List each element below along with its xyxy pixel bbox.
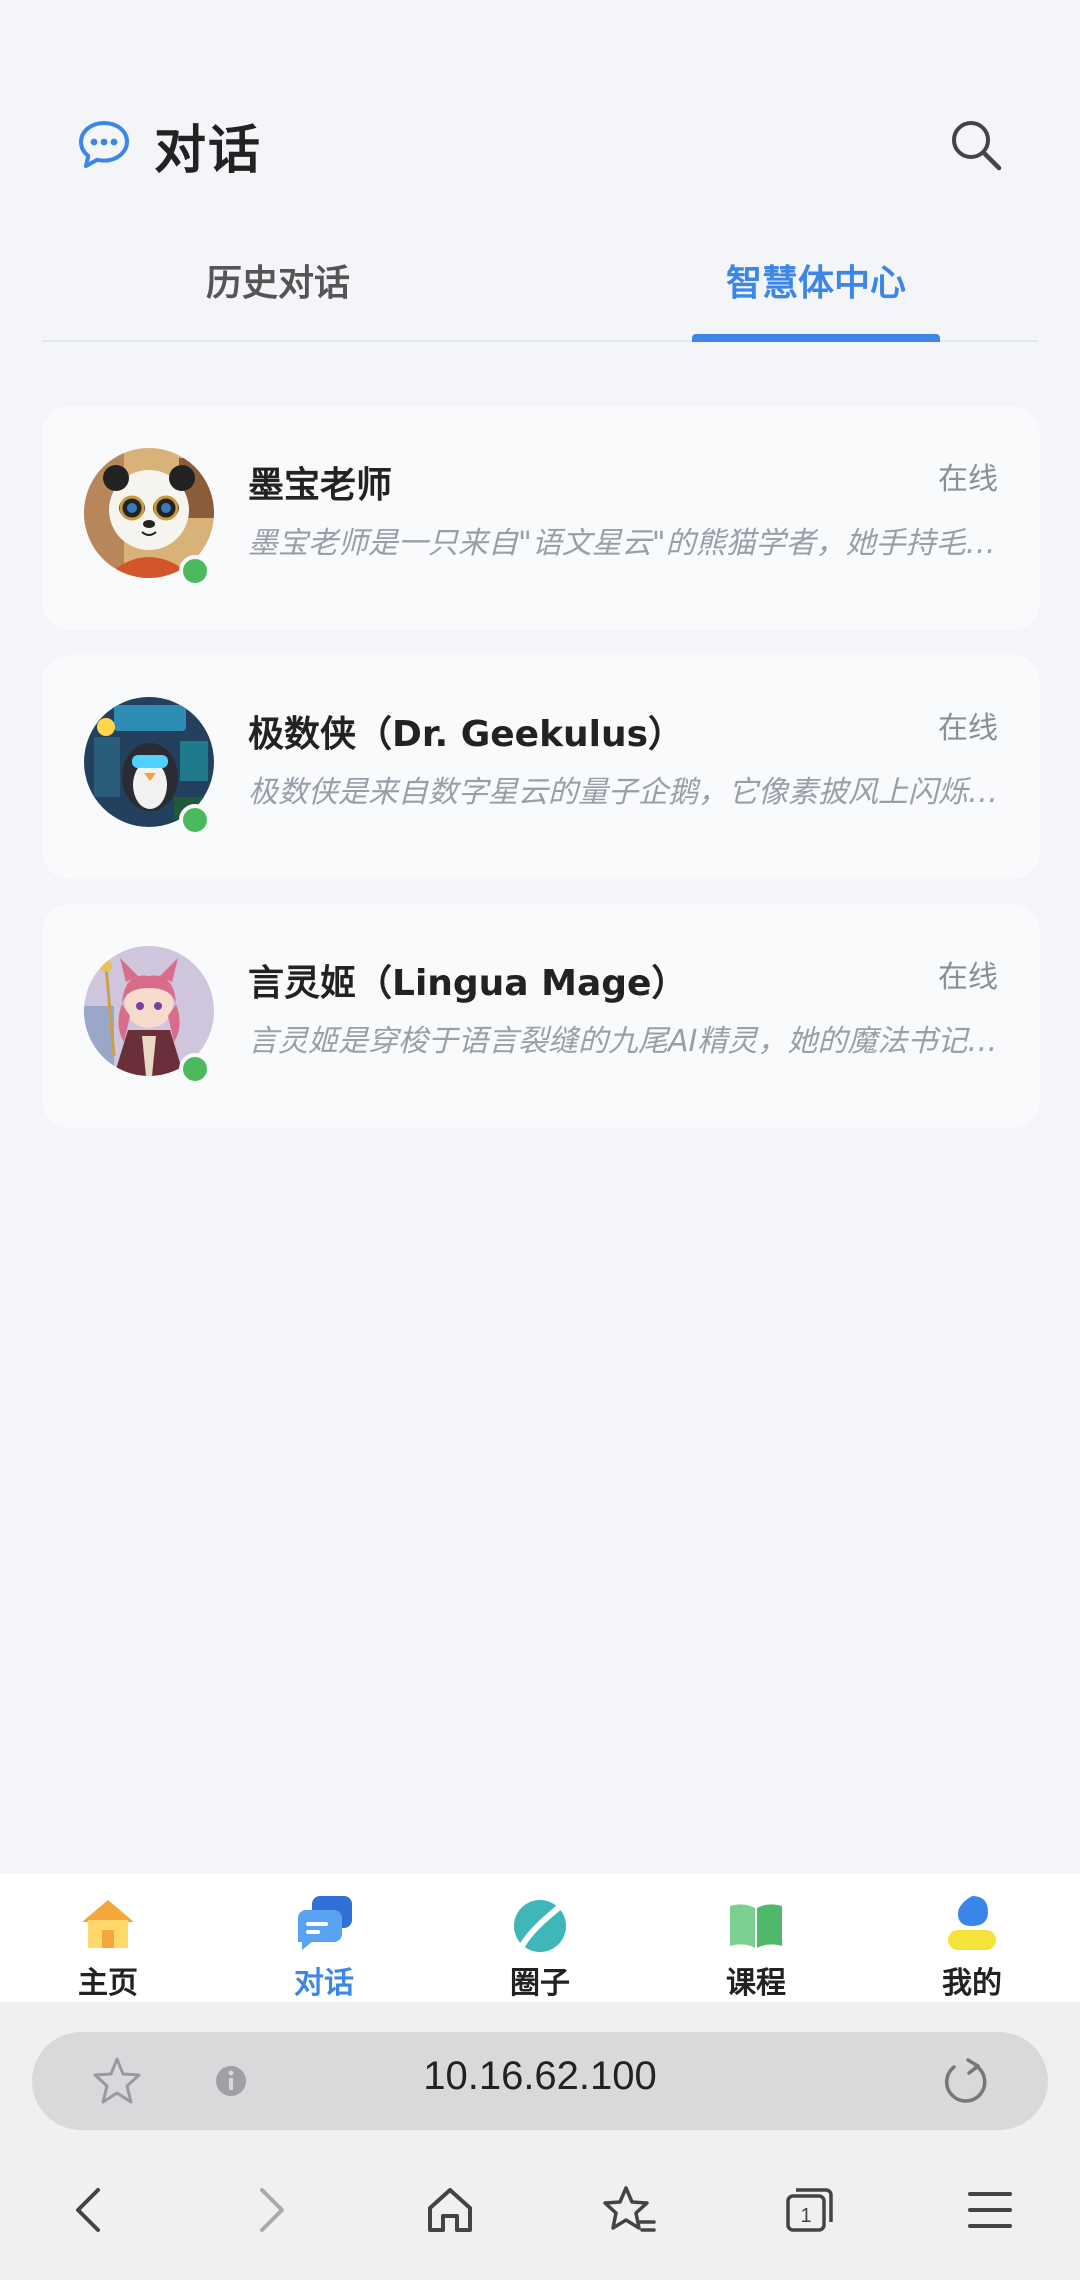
address-bar[interactable]: 10.16.62.100: [32, 2032, 1048, 2130]
tabbar-label: 主页: [78, 1966, 138, 2001]
agent-card-geekulus[interactable]: 极数侠（Dr. Geekulus） 在线 极数侠是来自数字星云的量子企鹅，它像素…: [42, 655, 1040, 879]
user-icon: [948, 1896, 996, 1950]
hamburger-menu-icon: [968, 2192, 1012, 2228]
tabbar-item-mine[interactable]: 我的: [864, 1874, 1080, 2002]
tabbar-label: 圈子: [510, 1966, 570, 2001]
bookmarks-button[interactable]: [594, 2174, 666, 2246]
star-list-icon: [603, 2186, 656, 2232]
agent-description: 墨宝老师是一只来自"语文星云"的熊猫学者，她手持毛笔，以水墨为媒介引导学习: [248, 526, 1018, 561]
chat-bubble-icon: [79, 121, 129, 168]
search-button[interactable]: [944, 113, 1008, 177]
agent-status: 在线: [938, 711, 998, 746]
page-header: 对话: [76, 100, 1008, 190]
online-status-dot: [179, 1053, 211, 1085]
agent-status: 在线: [938, 462, 998, 497]
agent-description: 极数侠是来自数字星云的量子企鹅，它像素披风上闪烁着公式与代码: [248, 775, 1018, 810]
book-icon: [730, 1904, 782, 1948]
tabs-count-icon: 1: [786, 2188, 833, 2232]
forward-button[interactable]: [234, 2174, 306, 2246]
chat-bubbles-icon: [298, 1896, 352, 1950]
browser-home-button[interactable]: [414, 2174, 486, 2246]
tabs-button[interactable]: 1: [774, 2174, 846, 2246]
svg-text:1: 1: [800, 2205, 811, 2227]
title-wrap: 对话: [76, 108, 262, 183]
active-tab-indicator: [692, 334, 940, 342]
back-button[interactable]: [54, 2174, 126, 2246]
tabbar-label: 我的: [942, 1966, 1002, 2001]
tabbar-label: 对话: [294, 1966, 354, 2001]
online-status-dot: [179, 804, 211, 836]
online-status-dot: [179, 555, 211, 587]
search-icon: [952, 121, 1002, 171]
agent-card-mobao[interactable]: 墨宝老师 在线 墨宝老师是一只来自"语文星云"的熊猫学者，她手持毛笔，以水墨为媒…: [42, 406, 1040, 630]
chevron-left-icon: [76, 2188, 100, 2232]
chevron-right-icon: [260, 2188, 284, 2232]
bottom-tab-bar: 主页 对话 圈子 课程 我的: [0, 1874, 1080, 2002]
tab-history-chats[interactable]: 历史对话: [158, 238, 398, 342]
tab-agent-center[interactable]: 智慧体中心: [692, 238, 940, 342]
agent-name: 言灵姬（Lingua Mage）: [248, 963, 688, 1004]
home-icon: [82, 1900, 134, 1948]
browser-toolbar: 10.16.62.100 1: [0, 2002, 1080, 2280]
tabbar-label: 课程: [726, 1966, 786, 2001]
tabbar-item-courses[interactable]: 课程: [648, 1874, 864, 2002]
reload-icon[interactable]: [938, 2054, 992, 2108]
tabbar-item-chat[interactable]: 对话: [216, 1874, 432, 2002]
browser-nav-row: 1: [0, 2170, 1080, 2250]
tabbar-item-circle[interactable]: 圈子: [432, 1874, 648, 2002]
agent-name: 极数侠（Dr. Geekulus）: [248, 714, 685, 755]
planet-icon: [514, 1899, 569, 1952]
agent-card-lingua[interactable]: 言灵姬（Lingua Mage） 在线 言灵姬是穿梭于语言裂缝的九尾AI精灵，她…: [42, 904, 1040, 1128]
agent-status: 在线: [938, 960, 998, 995]
tab-bar: 历史对话 智慧体中心: [42, 238, 1038, 342]
agent-name: 墨宝老师: [248, 465, 393, 506]
tabbar-item-home[interactable]: 主页: [0, 1874, 216, 2002]
url-text: 10.16.62.100: [423, 2054, 657, 2098]
menu-button[interactable]: [954, 2174, 1026, 2246]
house-outline-icon: [428, 2188, 472, 2232]
agent-description: 言灵姬是穿梭于语言裂缝的九尾AI精灵，她的魔法书记录着万千语言: [248, 1024, 1018, 1059]
page-title: 对话: [154, 120, 263, 181]
